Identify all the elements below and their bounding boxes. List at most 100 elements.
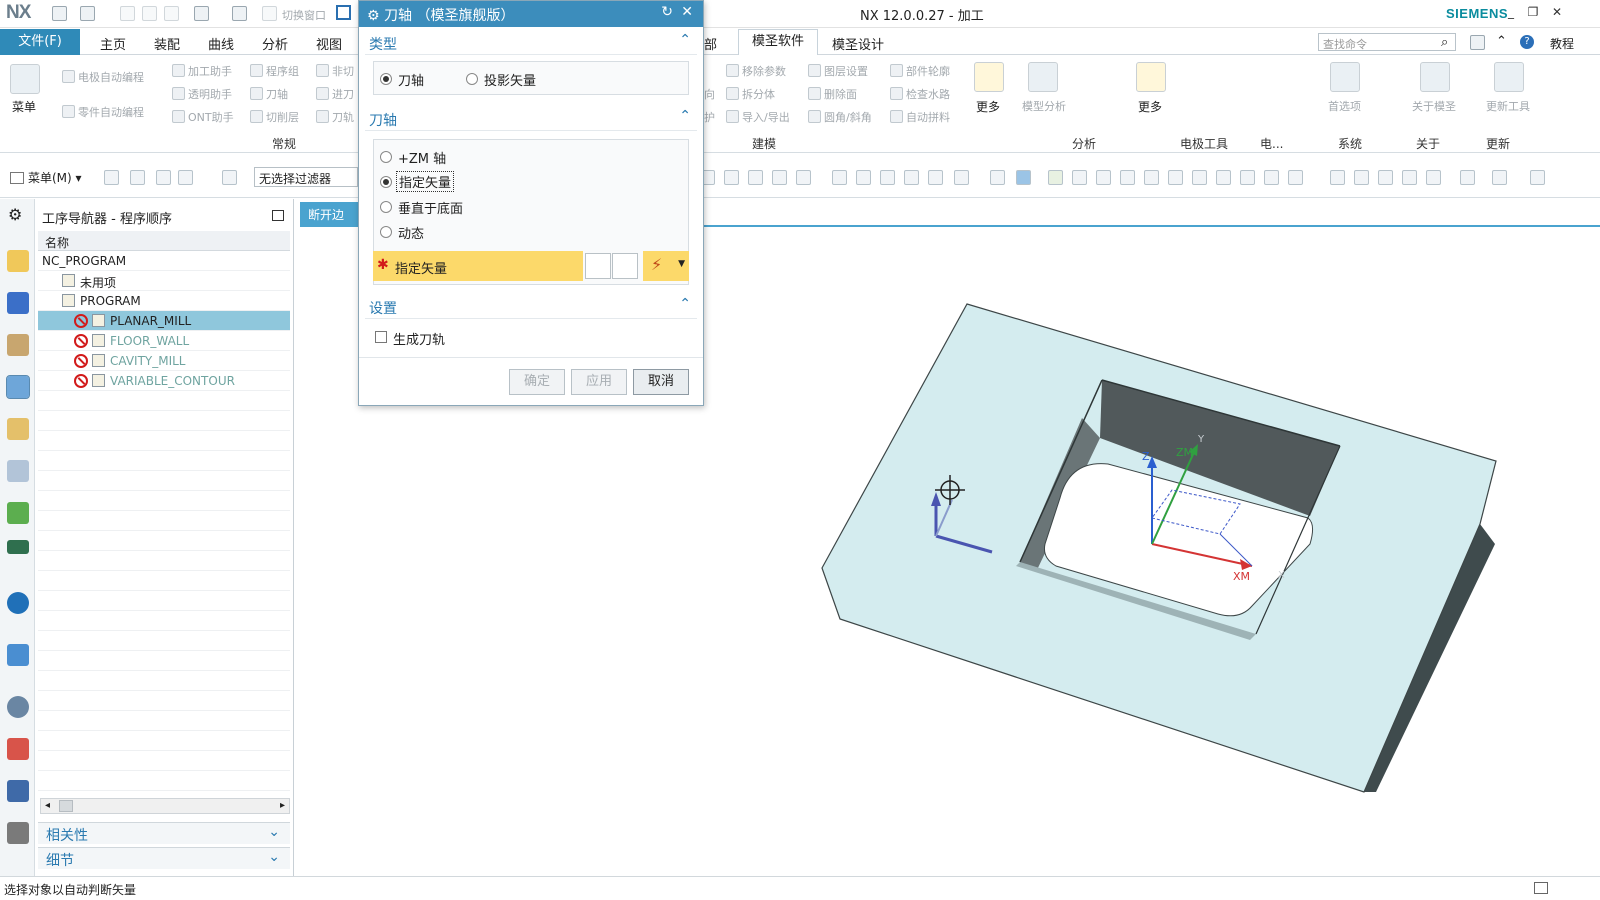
part-navigator-icon[interactable] <box>7 250 29 272</box>
tree-row[interactable]: FLOOR_WALL <box>38 331 290 351</box>
snap-icon-4[interactable] <box>796 170 811 185</box>
paste-icon[interactable] <box>164 6 179 21</box>
reuse-library-icon[interactable] <box>7 460 29 482</box>
ont-assistant-button[interactable]: ONT助手 <box>172 109 234 125</box>
help-icon[interactable]: ? <box>1520 35 1534 49</box>
select-tool-icon-4[interactable] <box>178 170 193 185</box>
about-mosheng-icon[interactable] <box>1420 62 1450 92</box>
model-analysis-label[interactable]: 模型分析 <box>1022 98 1066 114</box>
tangent-snap-icon[interactable] <box>1096 170 1111 185</box>
face-snap-icon[interactable] <box>1264 170 1279 185</box>
radio-specify-vector-label[interactable]: 指定矢量 <box>396 171 455 192</box>
ribbon-options-icon[interactable] <box>1470 35 1485 50</box>
switch-window-label[interactable]: 切换窗口 <box>282 7 326 23</box>
more-modeling-icon[interactable] <box>974 62 1004 92</box>
transparent-assistant-button[interactable]: 透明助手 <box>172 86 232 102</box>
radio-projection-vector-label[interactable]: 投影矢量 <box>484 70 536 89</box>
point-snap-icon[interactable] <box>1048 170 1063 185</box>
split-body-button[interactable]: 拆分体 <box>726 86 775 102</box>
select-tool-icon-2[interactable] <box>130 170 145 185</box>
scroll-left-icon[interactable]: ◂ <box>45 800 50 811</box>
preferences-label[interactable]: 首选项 <box>1328 98 1361 114</box>
layout-icon[interactable] <box>1460 170 1475 185</box>
panel-dependencies[interactable]: 相关性 ⌄ <box>38 822 290 844</box>
more-analysis-label[interactable]: 更多 <box>1138 98 1162 115</box>
collapse-ribbon-icon[interactable]: ⌃ <box>1496 34 1507 49</box>
fullscreen-icon[interactable] <box>1534 882 1548 894</box>
select-tool-icon-1[interactable] <box>104 170 119 185</box>
radio-plus-zm-axis-label[interactable]: +ZM 轴 <box>398 148 446 167</box>
window-icon[interactable] <box>336 5 351 20</box>
generate-toolpath-label[interactable]: 生成刀轨 <box>393 329 445 348</box>
radio-tool-axis-label[interactable]: 刀轴 <box>398 70 424 89</box>
tool-axis-ribbon-button[interactable]: 刀轴 <box>250 86 288 102</box>
settings-gear-icon[interactable]: ⚙ <box>8 205 22 224</box>
scroll-thumb[interactable] <box>59 800 73 812</box>
machining-assistant-button[interactable]: 加工助手 <box>172 63 232 79</box>
zoom-icon[interactable] <box>1354 170 1369 185</box>
arc-snap-icon[interactable] <box>1120 170 1135 185</box>
radio-plus-zm-axis[interactable] <box>380 151 392 163</box>
auto-stock-button[interactable]: 自动拼料 <box>890 109 950 125</box>
cut-icon[interactable] <box>120 6 135 21</box>
close-button[interactable]: ✕ <box>1548 5 1566 21</box>
tab-home[interactable]: 主页 <box>96 34 130 53</box>
toolpath-button[interactable]: 刀轨 <box>316 109 354 125</box>
tree-row[interactable]: NC_PROGRAM <box>38 251 290 271</box>
layer-settings-button[interactable]: 图层设置 <box>808 63 868 79</box>
specify-vector-row[interactable]: ✱ 指定矢量 <box>373 251 583 281</box>
non-cut-button[interactable]: 非切 <box>316 63 354 79</box>
select-tool-icon-3[interactable] <box>156 170 171 185</box>
about-mosheng-label[interactable]: 关于模圣 <box>1412 98 1456 114</box>
section-header-type[interactable]: 类型 ⌃ <box>365 31 697 55</box>
touch-mode-icon[interactable] <box>232 6 247 21</box>
shading-icon[interactable] <box>990 170 1005 185</box>
tree-row[interactable]: 未用项 <box>38 271 290 291</box>
tab-analysis[interactable]: 分析 <box>258 34 292 53</box>
delete-face-button[interactable]: 删除面 <box>808 86 857 102</box>
tab-assembly[interactable]: 装配 <box>150 34 184 53</box>
render-style-icon[interactable] <box>1492 170 1507 185</box>
snap-icon-9[interactable] <box>928 170 943 185</box>
import-export-button[interactable]: 导入/导出 <box>726 109 790 125</box>
model-analysis-icon[interactable] <box>1028 62 1058 92</box>
rotate-icon[interactable] <box>1378 170 1393 185</box>
approach-button[interactable]: 进刀 <box>316 86 354 102</box>
tree-row[interactable]: CAVITY_MILL <box>38 351 290 371</box>
tree-row[interactable]: PLANAR_MILL <box>38 311 290 331</box>
machine-navigator-icon[interactable] <box>7 418 29 440</box>
section-header-tool-axis[interactable]: 刀轴 ⌃ <box>365 107 697 131</box>
curve-icon[interactable] <box>748 170 763 185</box>
snap-icon-10[interactable] <box>954 170 969 185</box>
section-header-settings[interactable]: 设置 ⌃ <box>365 295 697 319</box>
part-auto-program-button[interactable]: 零件自动编程 <box>62 104 144 120</box>
tab-file[interactable]: 文件(F) <box>0 29 80 55</box>
snap-icon-5[interactable] <box>832 170 847 185</box>
restore-button[interactable]: ❐ <box>1524 5 1542 21</box>
constraint-navigator-icon[interactable] <box>7 334 29 356</box>
generate-toolpath-checkbox[interactable] <box>375 331 387 343</box>
menu-large-label[interactable]: 菜单 <box>12 98 36 115</box>
dialog-title-bar[interactable]: ⚙ 刀轴 （模圣旗舰版） ↻ ✕ <box>359 1 703 27</box>
menu-dropdown[interactable]: 菜单(M) ▾ <box>10 169 82 186</box>
apply-button[interactable]: 应用 <box>571 369 627 395</box>
column-header-name[interactable]: 名称 <box>38 231 290 251</box>
snap-icon-7[interactable] <box>880 170 895 185</box>
hd3d-tools-icon[interactable] <box>7 502 29 524</box>
horizontal-scrollbar[interactable]: ◂ ▸ <box>40 798 290 814</box>
center-snap-icon[interactable] <box>1168 170 1183 185</box>
snap-icon-2[interactable] <box>724 170 739 185</box>
radio-projection-vector[interactable] <box>466 73 478 85</box>
orient-icon[interactable] <box>1426 170 1441 185</box>
update-tools-icon[interactable] <box>1494 62 1524 92</box>
repeat-command-icon[interactable] <box>194 6 209 21</box>
tab-mosheng-design[interactable]: 模圣设计 <box>828 34 888 53</box>
radio-normal-to-floor-label[interactable]: 垂直于底面 <box>398 198 463 217</box>
layer-snap-icon[interactable] <box>1288 170 1303 185</box>
check-waterway-button[interactable]: 检查水路 <box>890 86 950 102</box>
minimize-button[interactable]: _ <box>1502 5 1520 21</box>
cross-snap-icon[interactable] <box>1216 170 1231 185</box>
display-mode-icon[interactable] <box>1530 170 1545 185</box>
fit-view-icon[interactable] <box>1330 170 1345 185</box>
more-analysis-icon[interactable] <box>1136 62 1166 92</box>
